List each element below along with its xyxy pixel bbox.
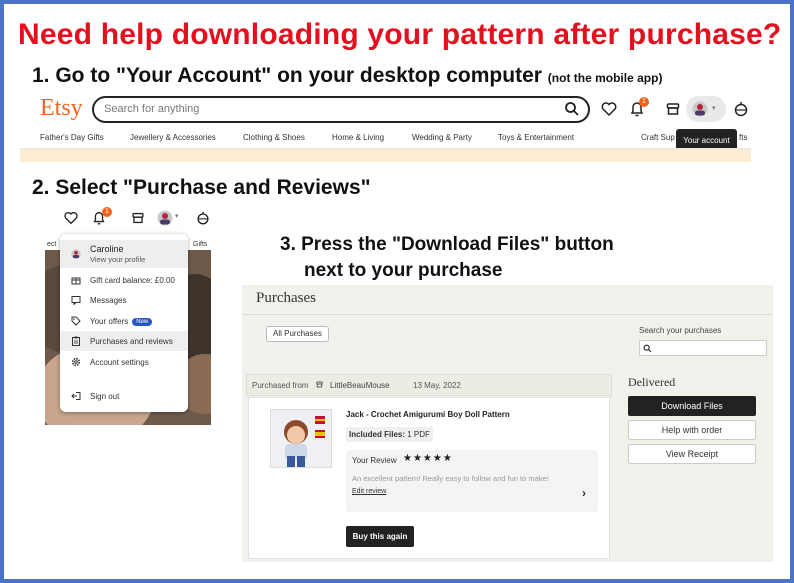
purchase-header: Purchased from LittleBeauMouse 13 May, 2… [246,374,612,396]
menu-item-account-settings[interactable]: Account settings [60,352,188,372]
main-title: Need help downloading your pattern after… [18,18,782,51]
search-icon [643,344,652,353]
product-title[interactable]: Jack - Crochet Amigurumi Boy Doll Patter… [346,410,510,419]
cart-icon[interactable] [195,210,211,231]
search-purchases-label: Search your purchases [639,326,722,335]
step-1-text: 1. Go to "Your Account" on your desktop … [32,64,662,88]
included-files: Included Files: 1 PDF [346,427,433,442]
avatar [71,249,81,259]
chevron-right-icon[interactable]: › [582,486,586,500]
edit-review-link[interactable]: Edit review [352,488,386,495]
menu-item-label: Purchases and reviews [90,337,173,346]
step-3-text: 3. Press the "Download Files" button nex… [280,232,614,284]
account-menu: Caroline View your profile Gift card bal… [60,234,188,412]
chevron-down-icon: ▾ [712,105,716,112]
buy-again-button[interactable]: Buy this again [346,526,414,547]
gift-icon [71,277,81,285]
tag-icon [71,316,81,326]
notification-badge: 1 [102,207,112,217]
step-1-note: (not the mobile app) [547,71,663,85]
category-fragment: ect [47,241,57,248]
profile-item[interactable]: Caroline View your profile [60,240,188,268]
view-profile-link: View your profile [90,255,146,264]
cart-icon[interactable] [732,100,750,118]
menu-item-label: Messages [90,296,127,305]
clipboard-icon [72,336,80,346]
category-link[interactable]: Craft Sup [641,133,675,142]
chevron-down-icon: ▾ [175,213,179,220]
doll-image [271,410,331,467]
shop-icon [315,380,324,391]
notification-badge: 1 [639,97,649,107]
step-3-line-1: 3. Press the "Download Files" button [280,234,614,255]
category-link[interactable]: Home & Living [332,133,384,142]
menu-item-sign-out[interactable]: Sign out [60,386,188,406]
menu-item-label: Your offers New [90,317,153,326]
offers-label: Your offers [90,317,129,326]
heart-icon[interactable] [63,210,79,231]
all-purchases-filter[interactable]: All Purchases [266,326,329,342]
shop-name-link[interactable]: LittleBeauMouse [330,381,390,390]
step-2-text: 2. Select "Purchase and Reviews" [32,176,371,199]
review-label: Your Review [352,456,397,465]
purchases-heading: Purchases [256,290,316,306]
search-bar[interactable]: Search for anything [92,96,590,123]
menu-item-gift-card[interactable]: Gift card balance: £0.00 [60,270,188,290]
star-rating: ★★★★★ [403,453,453,464]
category-link[interactable]: Clothing & Shoes [243,133,305,142]
avatar[interactable] [157,210,173,231]
menu-item-offers[interactable]: Your offers New [60,311,188,331]
etsy-logo[interactable]: Etsy [40,95,83,122]
category-fragment: Gifts [193,241,208,248]
menu-item-messages[interactable]: Messages [60,290,188,310]
message-icon [71,296,81,305]
category-link[interactable]: Jewellery & Accessories [130,133,216,142]
search-placeholder: Search for anything [104,103,200,115]
help-with-order-button[interactable]: Help with order [628,420,756,440]
category-link[interactable]: Wedding & Party [412,133,472,142]
heart-icon[interactable] [600,100,618,118]
account-button[interactable]: ▾ [686,96,726,122]
shop-icon[interactable] [664,100,682,118]
purchased-from-label: Purchased from [252,381,309,390]
step-1-label: 1. Go to "Your Account" on your desktop … [32,64,542,87]
step-3-line-2: next to your purchase [304,260,503,281]
gear-icon [71,357,81,367]
sign-out-icon [71,392,81,400]
category-link[interactable]: Toys & Entertainment [498,133,574,142]
category-link[interactable]: fts [739,133,747,142]
included-files-label: Included Files: [349,430,406,439]
user-name: Caroline [90,244,124,254]
divider [242,314,773,315]
review-text: An excellent pattern! Really easy to fol… [352,474,549,483]
view-receipt-button[interactable]: View Receipt [628,444,756,464]
download-files-button[interactable]: Download Files [628,396,756,416]
category-link[interactable]: Father's Day Gifts [40,133,104,142]
avatar [692,101,708,117]
menu-item-label: Gift card balance: £0.00 [90,276,175,285]
product-thumbnail[interactable] [270,409,332,468]
promo-banner [20,148,751,162]
shop-icon[interactable] [130,210,146,231]
menu-item-label: Account settings [90,358,149,367]
order-status: Delivered [628,375,676,389]
menu-item-purchases-and-reviews[interactable]: Purchases and reviews [60,331,188,351]
purchase-date: 13 May, 2022 [413,381,461,390]
included-files-value: 1 PDF [407,430,430,439]
menu-item-label: Sign out [90,392,120,401]
search-icon[interactable] [564,101,580,122]
new-badge: New [132,318,153,326]
search-purchases-input[interactable] [639,340,767,356]
